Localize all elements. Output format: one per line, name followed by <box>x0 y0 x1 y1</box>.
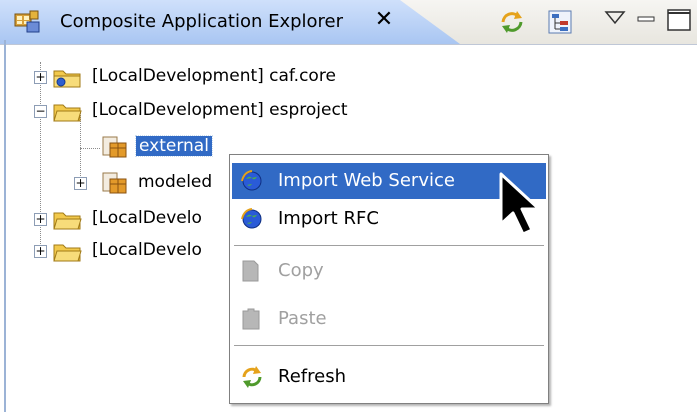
menu-separator <box>234 345 544 346</box>
view-title: Composite Application Explorer <box>60 11 344 32</box>
expand-toggle[interactable]: + <box>74 177 87 190</box>
expand-toggle[interactable]: + <box>34 245 47 258</box>
expand-toggle[interactable]: + <box>34 71 47 84</box>
sync-arrows-icon[interactable] <box>498 8 526 36</box>
paste-icon <box>242 308 260 330</box>
menu-item-label: Copy <box>278 260 324 281</box>
copy-icon <box>242 260 259 282</box>
composite-application-explorer-view: Composite Application Explorer ✕ + [Loca… <box>0 0 697 412</box>
refresh-icon <box>242 366 262 388</box>
globe-icon <box>241 170 262 191</box>
tree-item-label: external <box>135 135 213 157</box>
package-icon <box>102 172 127 194</box>
maximize-icon[interactable] <box>666 8 694 32</box>
tree-item-label: [LocalDevelopment] esproject <box>92 100 348 120</box>
menu-item-paste[interactable]: Paste <box>232 301 546 337</box>
view-menu-triangle-icon[interactable] <box>604 10 626 26</box>
folder-icon <box>53 244 82 262</box>
expand-toggle[interactable]: + <box>34 213 47 226</box>
menu-item-label: Paste <box>278 308 327 329</box>
open-folder-icon <box>53 104 82 122</box>
tree-item-label: [LocalDevelo <box>92 208 202 228</box>
folder-icon <box>53 212 82 230</box>
menu-item-label: Import RFC <box>278 208 379 229</box>
menu-item-label: Refresh <box>278 366 346 387</box>
minimize-icon[interactable] <box>636 10 656 30</box>
collapse-toggle[interactable]: − <box>34 105 47 118</box>
menu-item-copy[interactable]: Copy <box>232 253 546 289</box>
menu-item-label: Import Web Service <box>278 170 455 191</box>
explorer-view-icon <box>14 10 40 33</box>
package-icon <box>102 136 127 158</box>
tree-item-label: [LocalDevelo <box>92 240 202 260</box>
project-folder-icon <box>53 70 81 88</box>
tree-guide-line <box>80 148 100 149</box>
menu-item-refresh[interactable]: Refresh <box>232 359 546 395</box>
menu-separator <box>234 245 544 246</box>
view-tab[interactable]: Composite Application Explorer ✕ <box>0 0 460 44</box>
hierarchy-icon[interactable] <box>546 8 574 36</box>
tree-item-label: modeled <box>138 172 213 192</box>
tree-item-label: [LocalDevelopment] caf.core <box>92 66 336 86</box>
globe-icon <box>241 208 262 229</box>
mouse-pointer-icon <box>499 172 541 236</box>
close-icon[interactable]: ✕ <box>372 8 396 32</box>
